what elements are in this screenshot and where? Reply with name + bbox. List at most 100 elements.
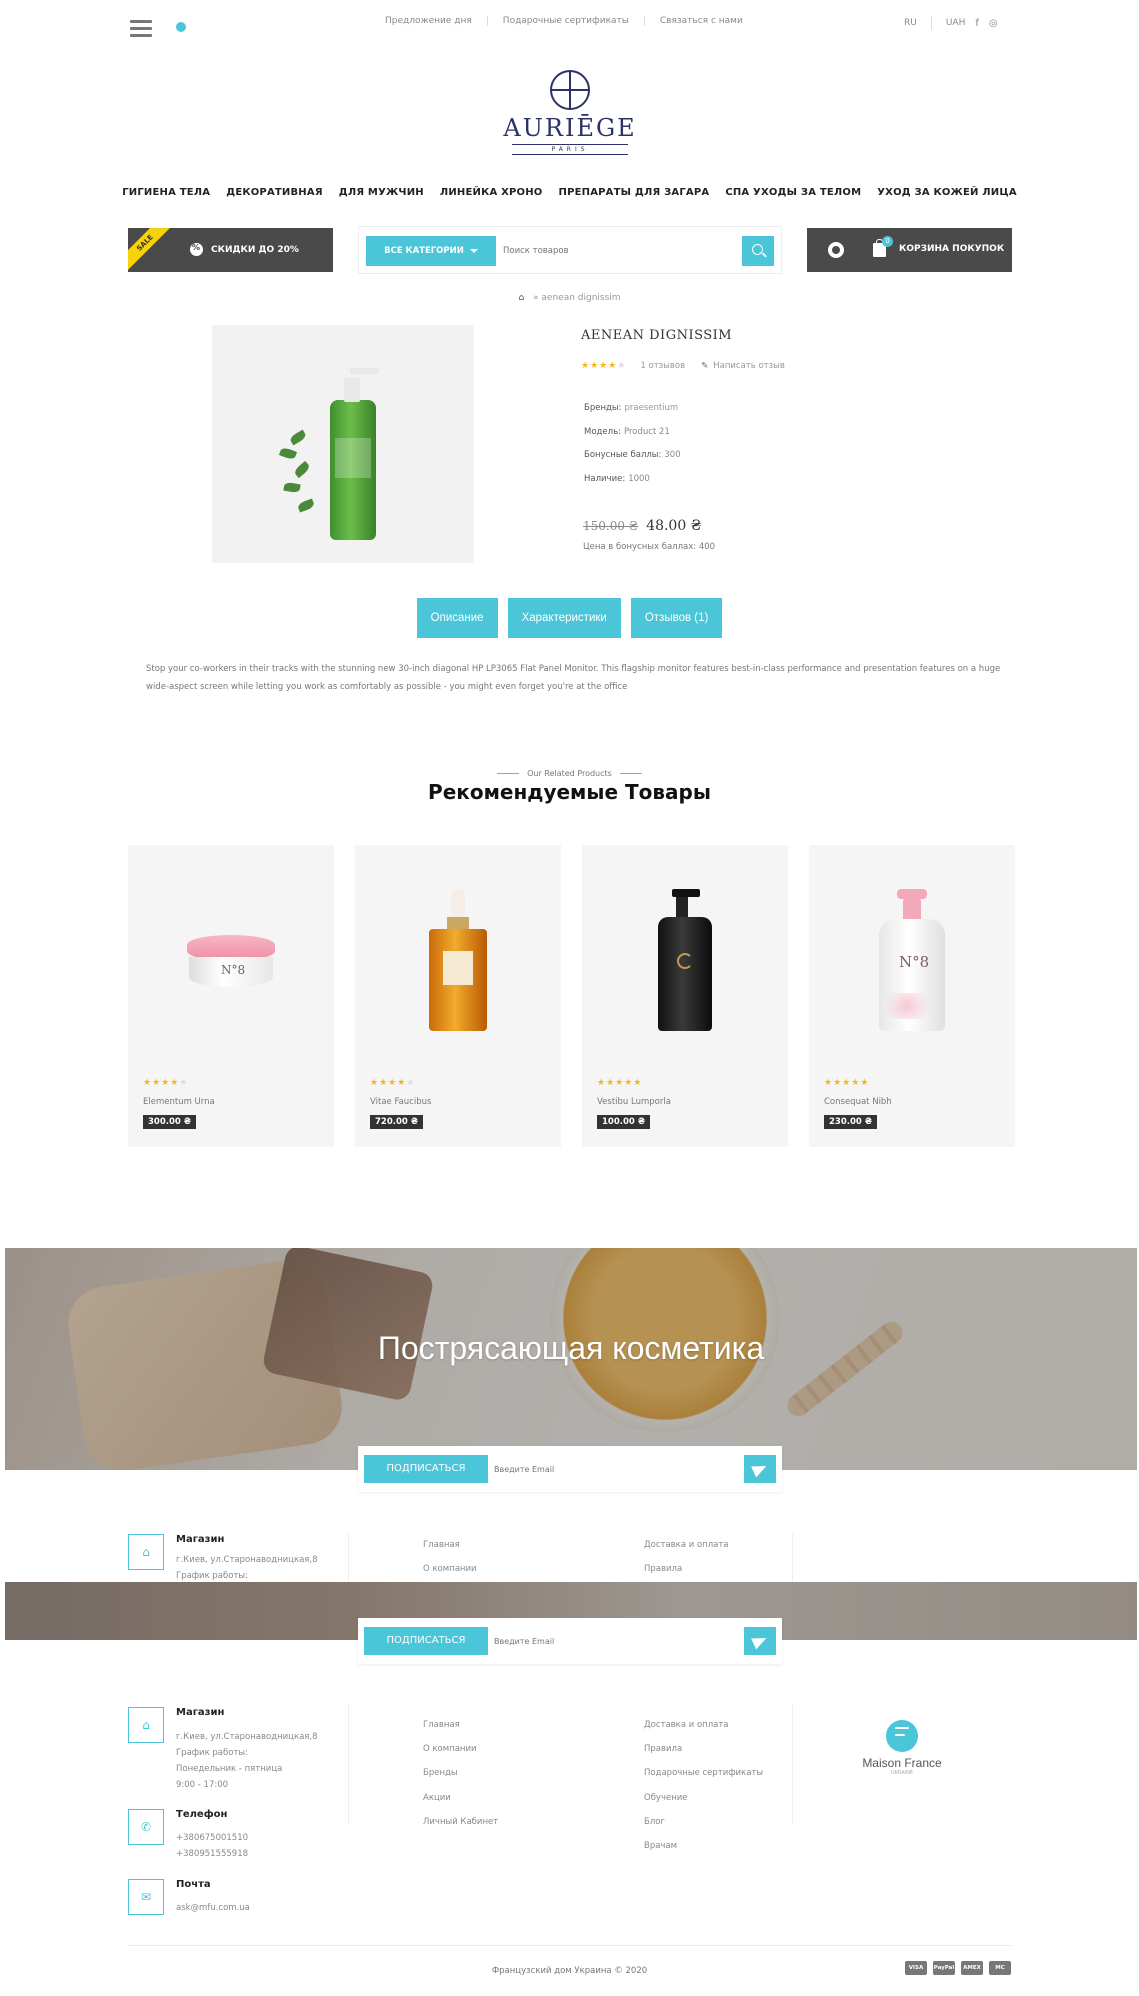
write-review-label: Написать отзыв xyxy=(713,361,785,371)
footer-link[interactable]: Бренды xyxy=(423,1761,498,1785)
email-input[interactable] xyxy=(494,1627,734,1655)
toplink-deal[interactable]: Предложение дня xyxy=(370,16,488,26)
footer-link[interactable]: Врачам xyxy=(644,1834,763,1858)
nav-item[interactable]: ЛИНЕЙКА ХРОНО xyxy=(432,187,551,198)
spec-label: Модель: xyxy=(584,426,621,437)
card-stars: ★★★★★ xyxy=(824,1078,869,1088)
toplink-certificates[interactable]: Подарочные сертификаты xyxy=(488,16,645,26)
write-review-link[interactable]: ✎ Написать отзыв xyxy=(701,361,785,371)
send-icon[interactable] xyxy=(744,1455,776,1483)
nav-item[interactable]: ГИГИЕНА ТЕЛА xyxy=(114,187,218,198)
product-thumb-oil[interactable] xyxy=(429,889,487,1031)
brand-name: Maison France xyxy=(862,1756,942,1770)
footer-link[interactable]: Главная xyxy=(423,1713,498,1737)
phone-link[interactable]: +380951555918 xyxy=(176,1846,248,1862)
settings-gear-icon[interactable] xyxy=(828,242,844,258)
spec-row-model: Модель: Product 21 xyxy=(584,421,681,445)
footer-text: 9:00 - 17:00 xyxy=(176,1780,229,1790)
site-logo[interactable]: AURIĒGE PARIS xyxy=(500,70,640,155)
send-icon[interactable] xyxy=(744,1627,776,1655)
subscribe-button[interactable]: ПОДПИСАТЬСЯ xyxy=(364,1627,488,1655)
product-thumb-jar[interactable]: N°8 xyxy=(187,935,275,987)
product-bottle xyxy=(330,368,378,540)
footer-link[interactable]: Доставка и оплата xyxy=(644,1713,763,1737)
card-name[interactable]: Vitae Faucibus xyxy=(370,1097,431,1107)
cart-button[interactable]: КОРЗИНА ПОКУПОК xyxy=(899,244,1004,254)
spec-value: 300 xyxy=(664,450,681,460)
product-stars: ★★★★★ xyxy=(581,361,626,371)
subscribe-button[interactable]: ПОДПИСАТЬСЯ xyxy=(364,1455,488,1483)
spec-row-stock: Наличие: 1000 xyxy=(584,468,681,492)
toplink-contact[interactable]: Связаться с нами xyxy=(645,16,758,26)
language-select[interactable]: RU xyxy=(904,18,917,28)
footer-link[interactable]: Блог xyxy=(644,1810,763,1834)
related-title: Рекомендуемые Товары xyxy=(428,780,711,804)
related-kicker-text: Our Related Products xyxy=(489,769,650,778)
footer-link[interactable]: Обучение xyxy=(644,1786,763,1810)
paypal-icon: PayPal xyxy=(933,1961,955,1975)
footer-link[interactable]: О компании xyxy=(423,1564,477,1574)
reviews-count-link[interactable]: 1 отзывов xyxy=(640,361,685,371)
amex-icon: AMEX xyxy=(961,1961,983,1975)
current-price: 48.00 ₴ xyxy=(646,518,702,534)
mini-brand-icon[interactable] xyxy=(176,22,186,32)
star-icon: ★ xyxy=(152,1078,162,1088)
footer-brand-logo[interactable]: Maison France UKRAINE xyxy=(852,1720,952,1776)
divider xyxy=(348,1704,349,1824)
product-card[interactable]: N°8 ★★★★★ Consequat Nibh 230.00 ₴ xyxy=(809,845,1015,1147)
brand-link[interactable]: praesentium xyxy=(624,403,678,413)
tab-specifications[interactable]: Характеристики xyxy=(507,598,621,638)
nav-item[interactable]: ПРЕПАРАТЫ ДЛЯ ЗАГАРА xyxy=(551,187,718,198)
sale-banner-button[interactable]: SALE СКИДКИ ДО 20% xyxy=(128,228,333,272)
star-icon: ★ xyxy=(842,1078,852,1088)
subscribe-form: ПОДПИСАТЬСЯ xyxy=(358,1446,782,1492)
footer-text: График работы: xyxy=(176,1571,248,1581)
nav-item[interactable]: ДЛЯ МУЖЧИН xyxy=(331,187,432,198)
menu-icon[interactable] xyxy=(130,20,152,38)
footer-link[interactable]: Правила xyxy=(644,1564,682,1574)
search-button[interactable] xyxy=(742,236,774,266)
card-name[interactable]: Consequat Nibh xyxy=(824,1097,892,1107)
footer-col-1: Главная О компании Бренды Акции Личный К… xyxy=(423,1713,498,1834)
home-icon[interactable]: ⌂ xyxy=(518,293,524,303)
product-thumb-pump[interactable] xyxy=(658,889,712,1031)
breadcrumb-current[interactable]: aenean dignissim xyxy=(541,293,620,303)
tab-reviews[interactable]: Отзывов (1) xyxy=(630,598,723,638)
footer-link[interactable]: Главная xyxy=(423,1540,460,1550)
product-card[interactable]: N°8 ★★★★★ Elementum Urna 300.00 ₴ xyxy=(128,845,334,1147)
email-link[interactable]: ask@mfu.com.ua xyxy=(176,1900,250,1916)
product-image[interactable] xyxy=(212,325,474,563)
home-icon: ⌂ xyxy=(128,1707,164,1743)
search-bar: ВСЕ КАТЕГОРИИ xyxy=(358,226,782,274)
banner-title: Пострясающая косметика xyxy=(377,1330,765,1366)
footer-link[interactable]: Акции xyxy=(423,1786,498,1810)
sale-tag: SALE xyxy=(128,228,175,272)
phone-link[interactable]: +380675001510 xyxy=(176,1830,248,1846)
spec-label: Бонусные баллы: xyxy=(584,450,662,460)
product-card[interactable]: ★★★★★ Vestibu Lumporla 100.00 ₴ xyxy=(582,845,788,1147)
maison-france-icon xyxy=(886,1720,918,1752)
product-card[interactable]: ★★★★★ Vitae Faucibus 720.00 ₴ xyxy=(355,845,561,1147)
email-input[interactable] xyxy=(494,1455,734,1483)
footer-link[interactable]: Доставка и оплата xyxy=(644,1540,729,1550)
card-name[interactable]: Elementum Urna xyxy=(143,1097,215,1107)
footer-link[interactable]: Подарочные сертификаты xyxy=(644,1761,763,1785)
nav-item[interactable]: УХОД ЗА КОЖЕЙ ЛИЦА xyxy=(869,187,1025,198)
star-icon: ★ xyxy=(397,1078,407,1088)
footer-link[interactable]: Личный Кабинет xyxy=(423,1810,498,1834)
card-name[interactable]: Vestibu Lumporla xyxy=(597,1097,671,1107)
logo-mark-icon xyxy=(550,70,590,110)
tab-description[interactable]: Описание xyxy=(416,598,498,638)
facebook-icon[interactable]: f xyxy=(975,18,979,29)
search-input[interactable] xyxy=(503,236,733,266)
spec-row-brand: Бренды: praesentium xyxy=(584,397,681,421)
nav-item[interactable]: СПА УХОДЫ ЗА ТЕЛОМ xyxy=(717,187,869,198)
currency-select[interactable]: UAH xyxy=(946,18,966,28)
instagram-icon[interactable]: ◎ xyxy=(989,18,998,29)
star-icon: ★ xyxy=(581,361,591,371)
category-dropdown[interactable]: ВСЕ КАТЕГОРИИ xyxy=(366,236,496,266)
nav-item[interactable]: ДЕКОРАТИВНАЯ xyxy=(218,187,331,198)
footer-link[interactable]: Правила xyxy=(644,1737,763,1761)
product-thumb-foam[interactable]: N°8 xyxy=(879,889,945,1031)
footer-link[interactable]: О компании xyxy=(423,1737,498,1761)
